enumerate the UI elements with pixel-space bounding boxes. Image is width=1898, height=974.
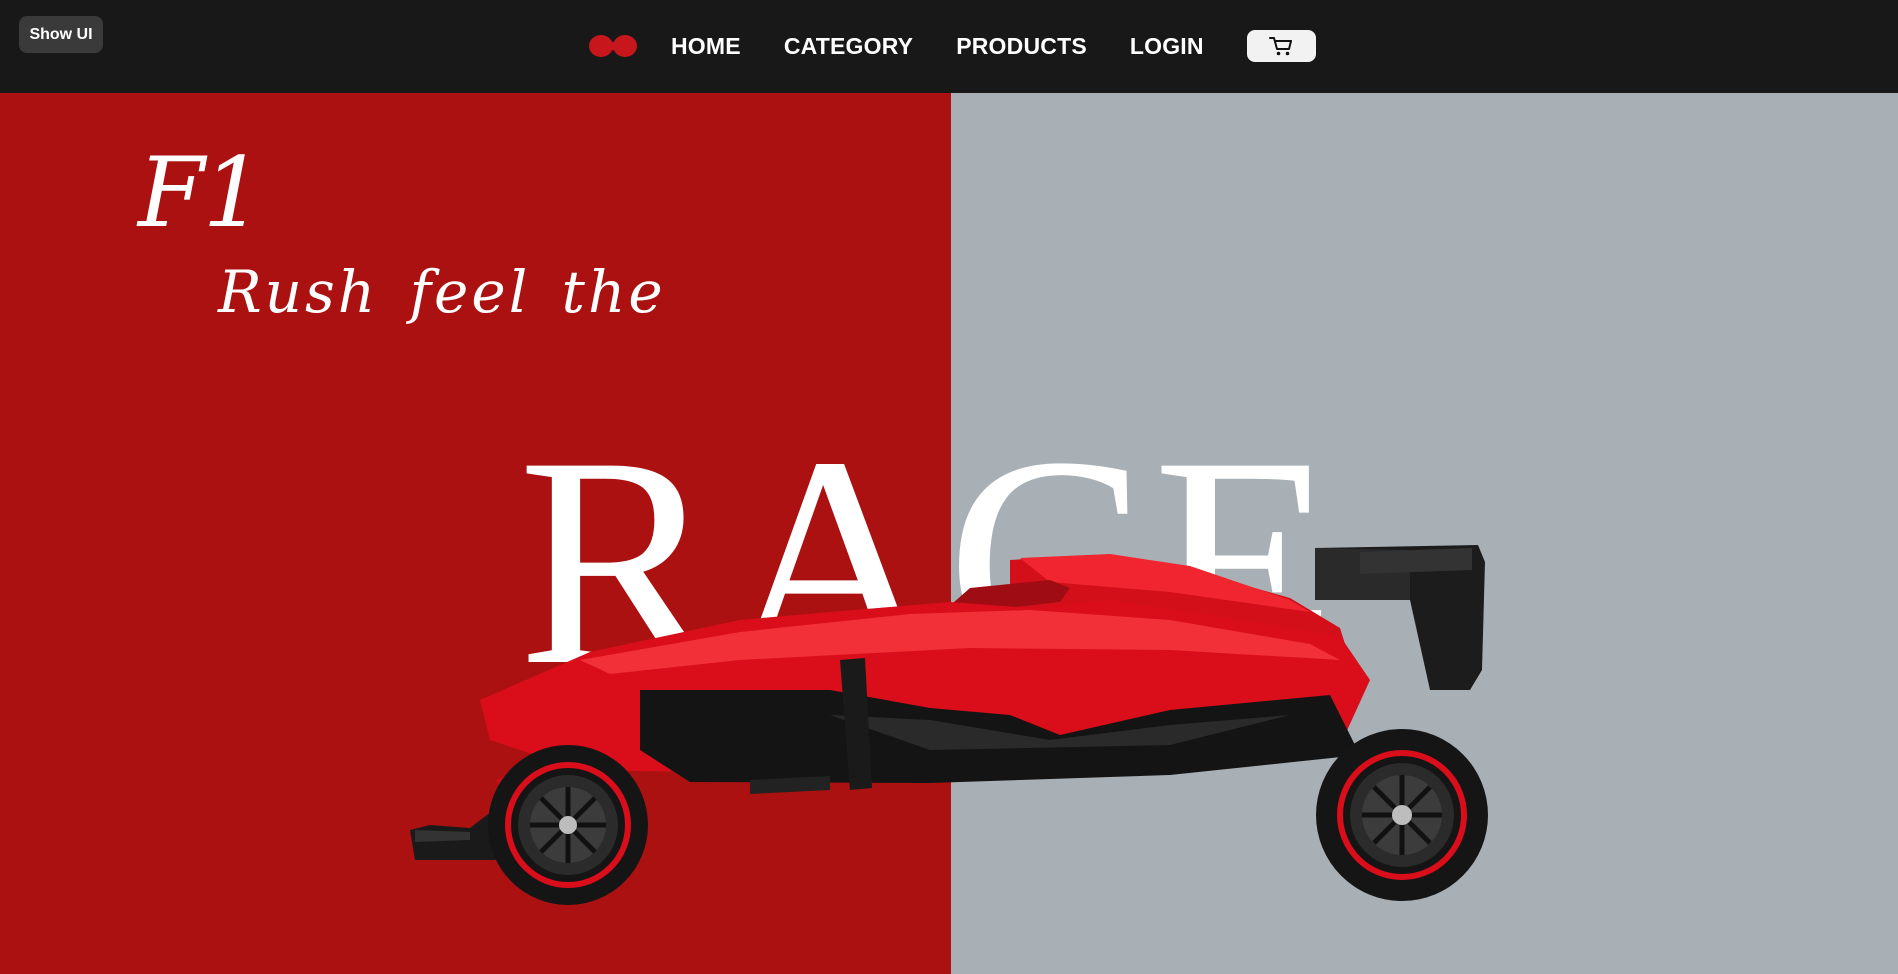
f1-car-image: [410, 545, 1488, 905]
hero-section: F1 Rush feel the RACE: [0, 93, 1898, 974]
cart-button[interactable]: [1246, 30, 1316, 62]
top-nav-bar: Show UI HOME CATEGORY PRODUCTS LOGIN: [0, 0, 1898, 93]
nav-home-link[interactable]: HOME: [671, 33, 741, 60]
show-ui-button[interactable]: Show UI: [19, 16, 103, 53]
nav-category-link[interactable]: CATEGORY: [784, 33, 913, 60]
nav-login-link[interactable]: LOGIN: [1130, 33, 1204, 60]
hero-tagline: Rush feel the: [218, 258, 666, 326]
cart-icon: [1269, 37, 1293, 56]
nav-products-link[interactable]: PRODUCTS: [956, 33, 1087, 60]
hero-script-title: F1: [138, 137, 264, 249]
main-nav: HOME CATEGORY PRODUCTS LOGIN: [588, 22, 1316, 70]
f1-logo-icon[interactable]: [588, 33, 638, 59]
